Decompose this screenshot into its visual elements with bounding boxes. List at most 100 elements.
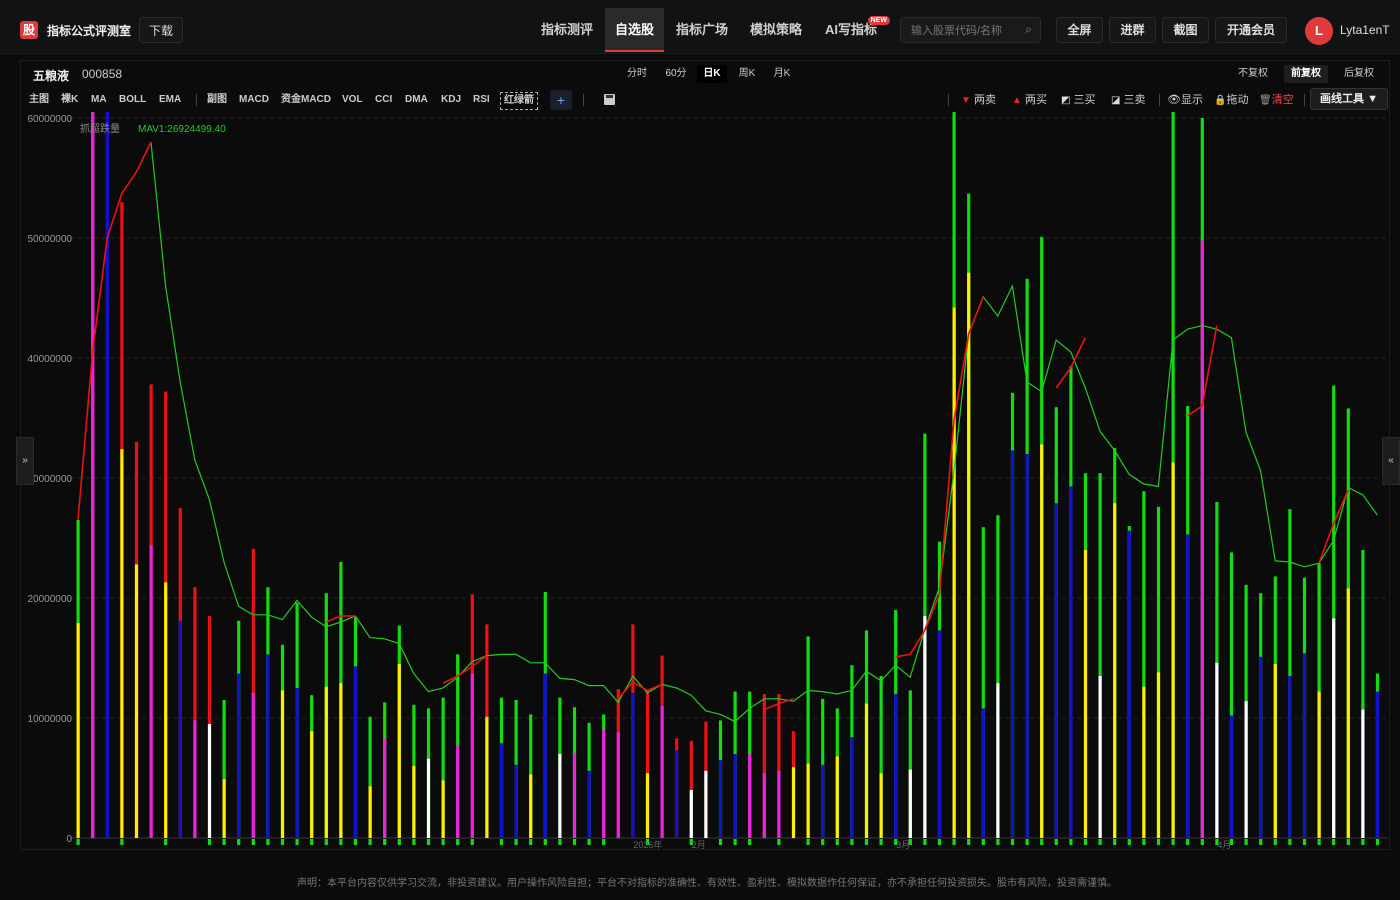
ind-rsi[interactable]: RSI (473, 92, 490, 108)
signal-tick (543, 839, 547, 845)
nav-simulated-strategy[interactable]: 模拟策略 (742, 8, 810, 52)
ind-ma[interactable]: MA (91, 92, 107, 108)
tool-three-buy[interactable]: ◩ 三买 (1061, 92, 1096, 108)
trash-icon: 🗑 (1259, 95, 1272, 106)
adjust-none[interactable]: 不复权 (1233, 65, 1273, 83)
tool-two-buy[interactable]: ▲ 两买 (1012, 92, 1047, 108)
signal-tick (1142, 839, 1146, 845)
expand-right-icon[interactable]: « (1382, 437, 1400, 485)
nav-indicator-review[interactable]: 指标测评 (533, 8, 601, 52)
volume-bar-lower (879, 773, 883, 838)
volume-bar-lower (499, 743, 504, 838)
ind-red-green-arrow[interactable]: 红绿箭 (500, 92, 538, 110)
search-icon[interactable]: ⌕ (1025, 22, 1032, 37)
signal-tick (835, 839, 839, 845)
ind-macd[interactable]: MACD (239, 92, 269, 108)
ind-naked-k[interactable]: 裸K (61, 92, 78, 108)
ind-vol[interactable]: VOL (342, 92, 363, 108)
join-group-button[interactable]: 进群 (1109, 17, 1156, 43)
volume-bar-lower (543, 673, 547, 838)
volume-bar-lower (1025, 454, 1029, 838)
tool-three-sell[interactable]: ◪ 三卖 (1111, 92, 1146, 108)
tool-two-sell[interactable]: ▼ 两卖 (961, 92, 996, 108)
ind-cci[interactable]: CCI (375, 92, 392, 108)
volume-bar-lower (120, 449, 124, 838)
search-input[interactable] (909, 21, 1023, 41)
signal-tick (1098, 839, 1102, 845)
divider (583, 94, 584, 106)
volume-bar-lower (1113, 503, 1117, 838)
legend-entry: MAV1:26924499.40 (138, 124, 226, 135)
expand-left-icon[interactable]: » (16, 437, 34, 485)
ind-dma[interactable]: DMA (405, 92, 428, 108)
drawing-tools-button[interactable]: 画线工具 ▼ (1310, 88, 1388, 110)
tool-drag[interactable]: 🔒拖动 (1214, 92, 1248, 108)
download-button[interactable]: 下载 (139, 17, 183, 43)
signal-tick (572, 839, 577, 845)
volume-bar-lower (864, 703, 869, 838)
down-triangle-icon: ▼ (961, 95, 971, 106)
period-weekly[interactable]: 周K (732, 65, 762, 83)
adjust-backward[interactable]: 后复权 (1337, 65, 1381, 83)
divider (1304, 94, 1305, 106)
stock-name: 五粮液 (33, 69, 70, 83)
volume-bar-lower (1156, 672, 1161, 838)
volume-bar-lower (310, 731, 314, 838)
signal-tick (164, 839, 168, 845)
add-indicator-button[interactable]: + (550, 90, 572, 110)
tool-clear[interactable]: 🗑清空 (1259, 92, 1294, 108)
volume-bar-lower (1200, 240, 1204, 838)
signal-tick (777, 839, 781, 845)
volume-bar-lower (193, 720, 197, 838)
tool-two-buy-label: 两买 (1024, 94, 1047, 106)
signal-tick (1010, 839, 1015, 845)
screenshot-button[interactable]: 截图 (1162, 17, 1209, 43)
membership-button[interactable]: 开通会员 (1215, 17, 1287, 43)
volume-bar-lower (1375, 691, 1380, 838)
save-icon[interactable] (604, 94, 615, 105)
ind-fund-macd[interactable]: 资金MACD (281, 92, 331, 108)
divider (196, 94, 197, 106)
signal-tick (821, 839, 825, 845)
username[interactable]: Lyta1enT (1340, 23, 1390, 37)
stock-search[interactable]: ⌕ (900, 17, 1041, 43)
volume-bar-lower (353, 666, 358, 838)
period-daily[interactable]: 日K (697, 65, 727, 83)
volume-bar-lower (295, 688, 299, 838)
period-intraday[interactable]: 分时 (622, 65, 652, 83)
signal-tick (1332, 839, 1336, 845)
ind-sub-chart[interactable]: 副图 (207, 92, 227, 108)
logo-icon: 股 (20, 21, 38, 39)
volume-bar-lower (937, 630, 942, 838)
tool-show-label: 显示 (1180, 94, 1203, 106)
volume-bar-lower (368, 786, 372, 838)
x-tick-label: 2026年 (633, 839, 662, 850)
ind-boll[interactable]: BOLL (119, 92, 146, 108)
nav-ai-indicator[interactable]: AI写指标 NEW (816, 8, 890, 52)
ind-kdj[interactable]: KDJ (441, 92, 461, 108)
volume-bar-lower (718, 760, 723, 838)
signal-tick (952, 839, 956, 845)
period-monthly[interactable]: 月K (767, 65, 797, 83)
signal-tick (1273, 839, 1277, 845)
volume-chart[interactable]: 0 10000000 20000000 30000000 40000000 5000000… (20, 110, 1388, 850)
volume-bar-lower (835, 756, 839, 838)
adjust-forward[interactable]: 前复权 (1284, 65, 1328, 83)
volume-bar-lower (572, 752, 577, 838)
fullscreen-button[interactable]: 全屏 (1056, 17, 1103, 43)
volume-bar-lower (660, 706, 664, 838)
volume-bar-lower (704, 770, 708, 838)
nav-watchlist[interactable]: 自选股 (605, 8, 664, 52)
period-60min[interactable]: 60分 (660, 65, 692, 83)
x-tick-label: 4月 (1217, 840, 1231, 850)
signal-tick (733, 839, 737, 845)
avatar[interactable]: L (1305, 17, 1333, 45)
ind-main-chart[interactable]: 主图 (29, 92, 49, 108)
nav-indicator-square[interactable]: 指标广场 (668, 8, 736, 52)
volume-bar-lower (1040, 444, 1044, 838)
app-title: 指标公式评测室 (47, 24, 132, 38)
tool-show[interactable]: 👁显示 (1167, 92, 1203, 108)
volume-bar-lower (1259, 656, 1263, 838)
ind-ema[interactable]: EMA (159, 92, 181, 108)
signal-tick (1302, 839, 1307, 845)
